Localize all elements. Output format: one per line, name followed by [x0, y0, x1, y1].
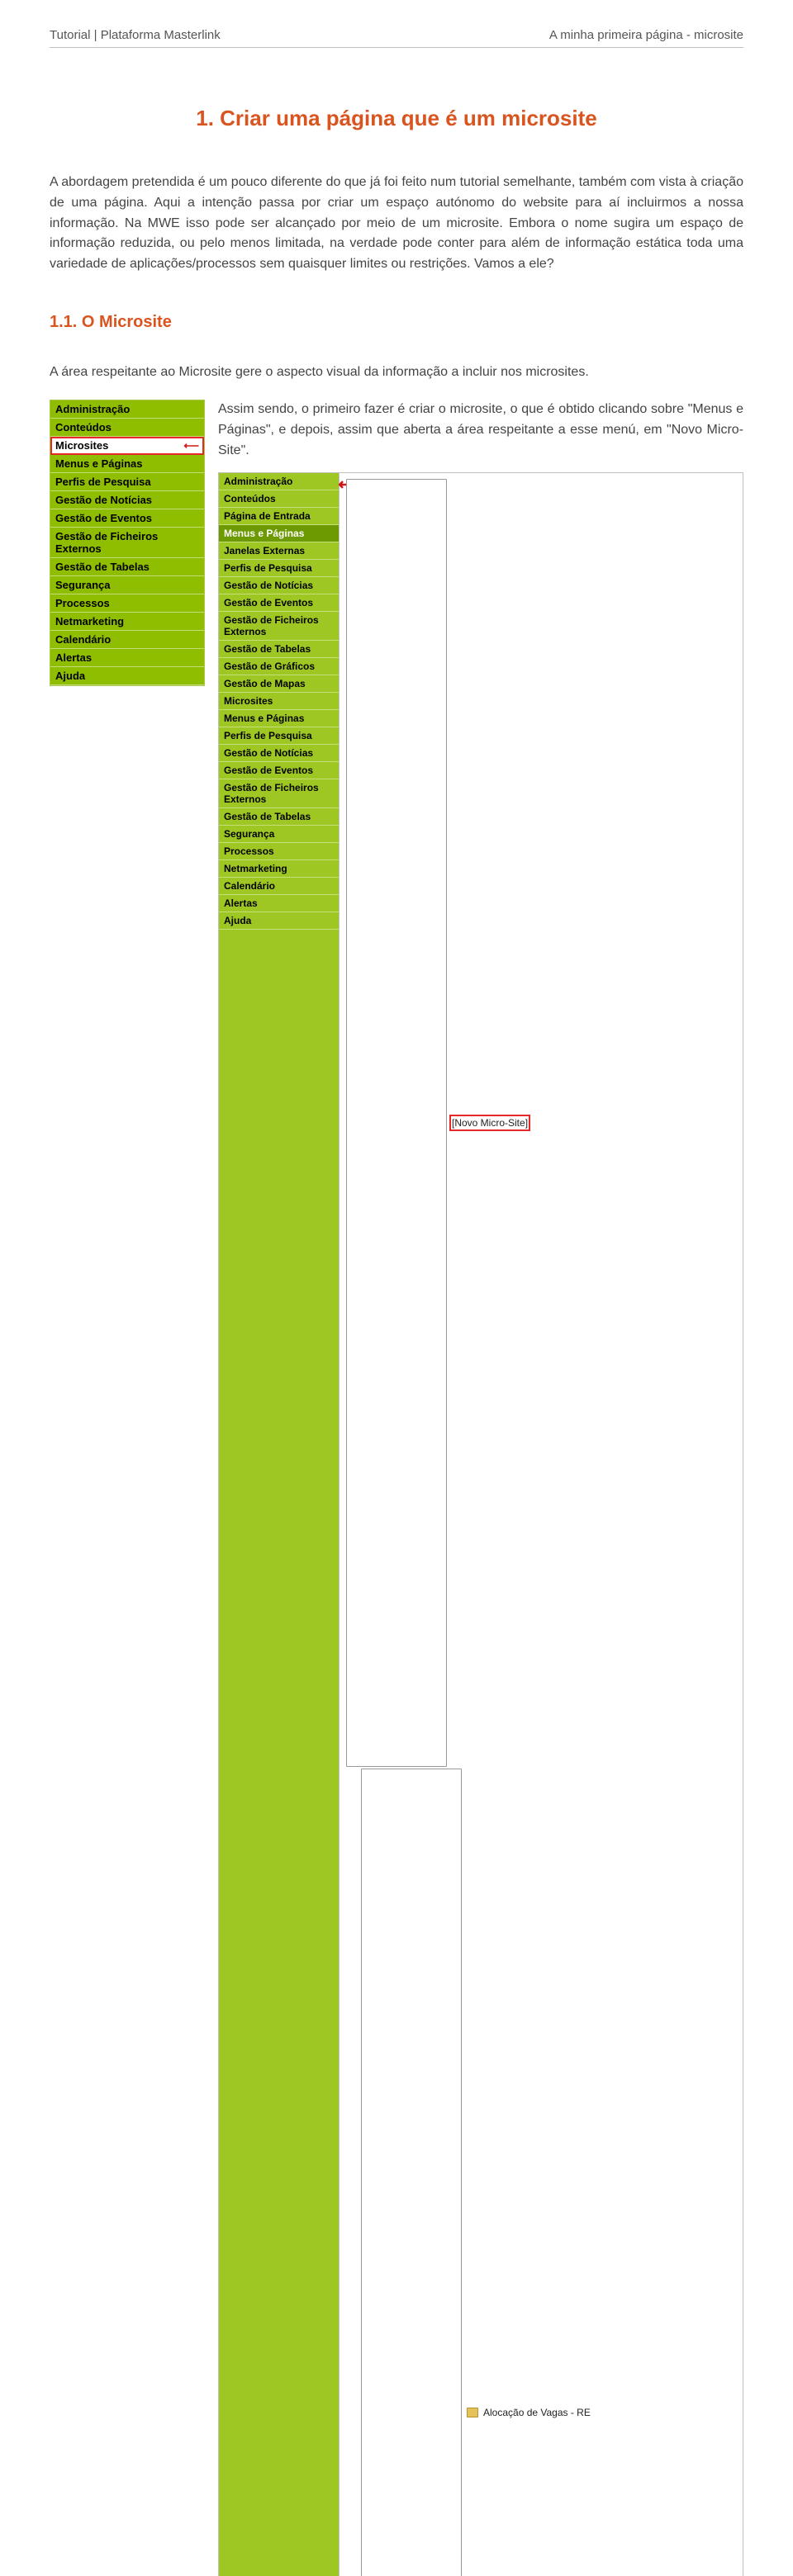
sidebar2-item[interactable]: Processos [219, 843, 339, 860]
sidebar2-item[interactable]: Gestão de Mapas [219, 675, 339, 693]
sidebar2-item[interactable]: Página de Entrada [219, 508, 339, 525]
sidebar2-item[interactable]: Menus e Páginas [219, 710, 339, 727]
sidebar2-item[interactable]: Menus e Páginas [219, 525, 339, 542]
header-left: Tutorial | Plataforma Masterlink [50, 28, 221, 42]
tree-item[interactable]: Alocação de Vagas - RE [346, 1768, 736, 2576]
sidebar1-item[interactable]: Gestão de Tabelas [50, 558, 204, 576]
intro-paragraph: A abordagem pretendida é um pouco difere… [50, 173, 743, 275]
sidebar2-item[interactable]: Janelas Externas [219, 542, 339, 560]
sidebar1-item[interactable]: Perfis de Pesquisa [50, 473, 204, 491]
sidebar1-item[interactable]: Alertas [50, 649, 204, 667]
section-heading: 1.1. O Microsite [50, 313, 743, 332]
sidebar1-item[interactable]: Gestão de Ficheiros Externos [50, 528, 204, 558]
sidebar2-item[interactable]: Administração [219, 473, 339, 490]
instruction-paragraph: Assim sendo, o primeiro fazer é criar o … [218, 400, 743, 461]
sidebar2-item[interactable]: Segurança [219, 826, 339, 843]
tree-item-label: Alocação de Vagas - RE [483, 2407, 591, 2418]
header-divider [50, 47, 743, 48]
sidebar2-item[interactable]: Gestão de Tabelas [219, 641, 339, 658]
sidebar1-item[interactable]: Conteúdos [50, 419, 204, 437]
folder-icon [467, 2408, 478, 2417]
sidebar2-item[interactable]: Gestão de Eventos [219, 762, 339, 779]
sidebar1-item[interactable]: Administração [50, 400, 204, 419]
sidebar2-item[interactable]: Gestão de Eventos [219, 594, 339, 612]
sidebar1-item[interactable]: Netmarketing [50, 613, 204, 631]
sidebar2-item[interactable]: Gestão de Ficheiros Externos [219, 779, 339, 808]
page-title: 1. Criar uma página que é um microsite [50, 106, 743, 131]
sidebar2-item[interactable]: Perfis de Pesquisa [219, 560, 339, 577]
editor-screenshot: AdministraçãoConteúdosPágina de EntradaM… [218, 472, 743, 2576]
sidebar2-item[interactable]: Calendário [219, 878, 339, 895]
sidebar2-item[interactable]: Gestão de Ficheiros Externos [219, 612, 339, 641]
sidebar2-item[interactable]: Gestão de Notícias [219, 745, 339, 762]
new-microsite-link[interactable]: [Novo Micro-Site] [452, 1117, 528, 1129]
sidebar1-item[interactable]: Processos [50, 594, 204, 613]
header-right: A minha primeira página - microsite [549, 28, 743, 42]
sidebar1-item[interactable]: Microsites⟵ [50, 437, 204, 455]
arrow-left-icon: ⟵ [183, 439, 199, 452]
section-lead: A área respeitante ao Microsite gere o a… [50, 365, 743, 380]
sidebar2-item[interactable]: Conteúdos [219, 490, 339, 508]
sidebar1-item[interactable]: Segurança [50, 576, 204, 594]
sidebar2-item[interactable]: Gestão de Tabelas [219, 808, 339, 826]
sidebar2-item[interactable]: Perfis de Pesquisa [219, 727, 339, 745]
sidebar2-item[interactable]: Ajuda [219, 912, 339, 930]
page-icon [361, 1769, 462, 2576]
sidebar1-item[interactable]: Menus e Páginas [50, 455, 204, 473]
sidebar1-item[interactable]: Ajuda [50, 667, 204, 685]
sidebar2-item[interactable]: Netmarketing [219, 860, 339, 878]
page-icon [346, 479, 447, 1767]
microsite-tree: ➜ [Novo Micro-Site] Alocação de Vagas - … [340, 473, 743, 2576]
sidebar2-item[interactable]: Gestão de Notícias [219, 577, 339, 594]
sidebar1-item[interactable]: Gestão de Notícias [50, 491, 204, 509]
sidebar-menu-screenshot-1: AdministraçãoConteúdosMicrosites⟵Menus e… [50, 400, 205, 686]
sidebar2-item[interactable]: Microsites [219, 693, 339, 710]
sidebar1-item[interactable]: Gestão de Eventos [50, 509, 204, 528]
sidebar-menu-screenshot-2: AdministraçãoConteúdosPágina de EntradaM… [219, 473, 339, 2576]
sidebar2-item[interactable]: Alertas [219, 895, 339, 912]
sidebar2-item[interactable]: Gestão de Gráficos [219, 658, 339, 675]
sidebar1-item[interactable]: Calendário [50, 631, 204, 649]
